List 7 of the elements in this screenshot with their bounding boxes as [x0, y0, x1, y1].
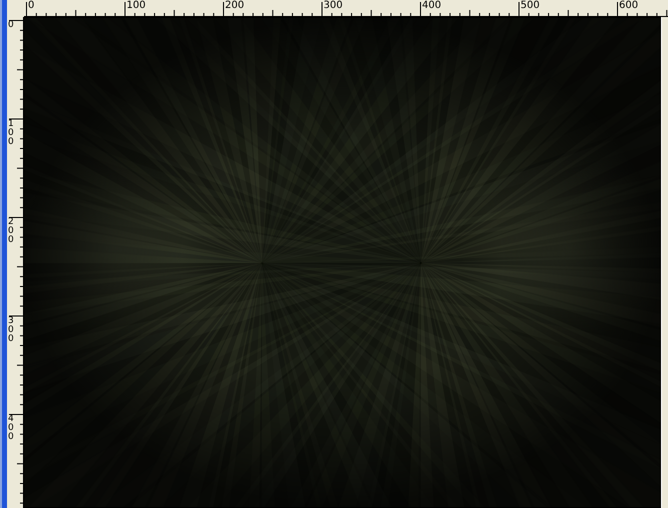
ruler-label: 200 — [225, 0, 246, 11]
ruler-label: 100 — [126, 0, 147, 11]
ruler-label: 300 — [324, 0, 344, 11]
ruler-label: 400 — [422, 0, 442, 11]
ruler-label: 600 — [619, 0, 640, 11]
ruler-label: 0 — [28, 0, 36, 11]
ruler-label: 500 — [520, 0, 541, 11]
